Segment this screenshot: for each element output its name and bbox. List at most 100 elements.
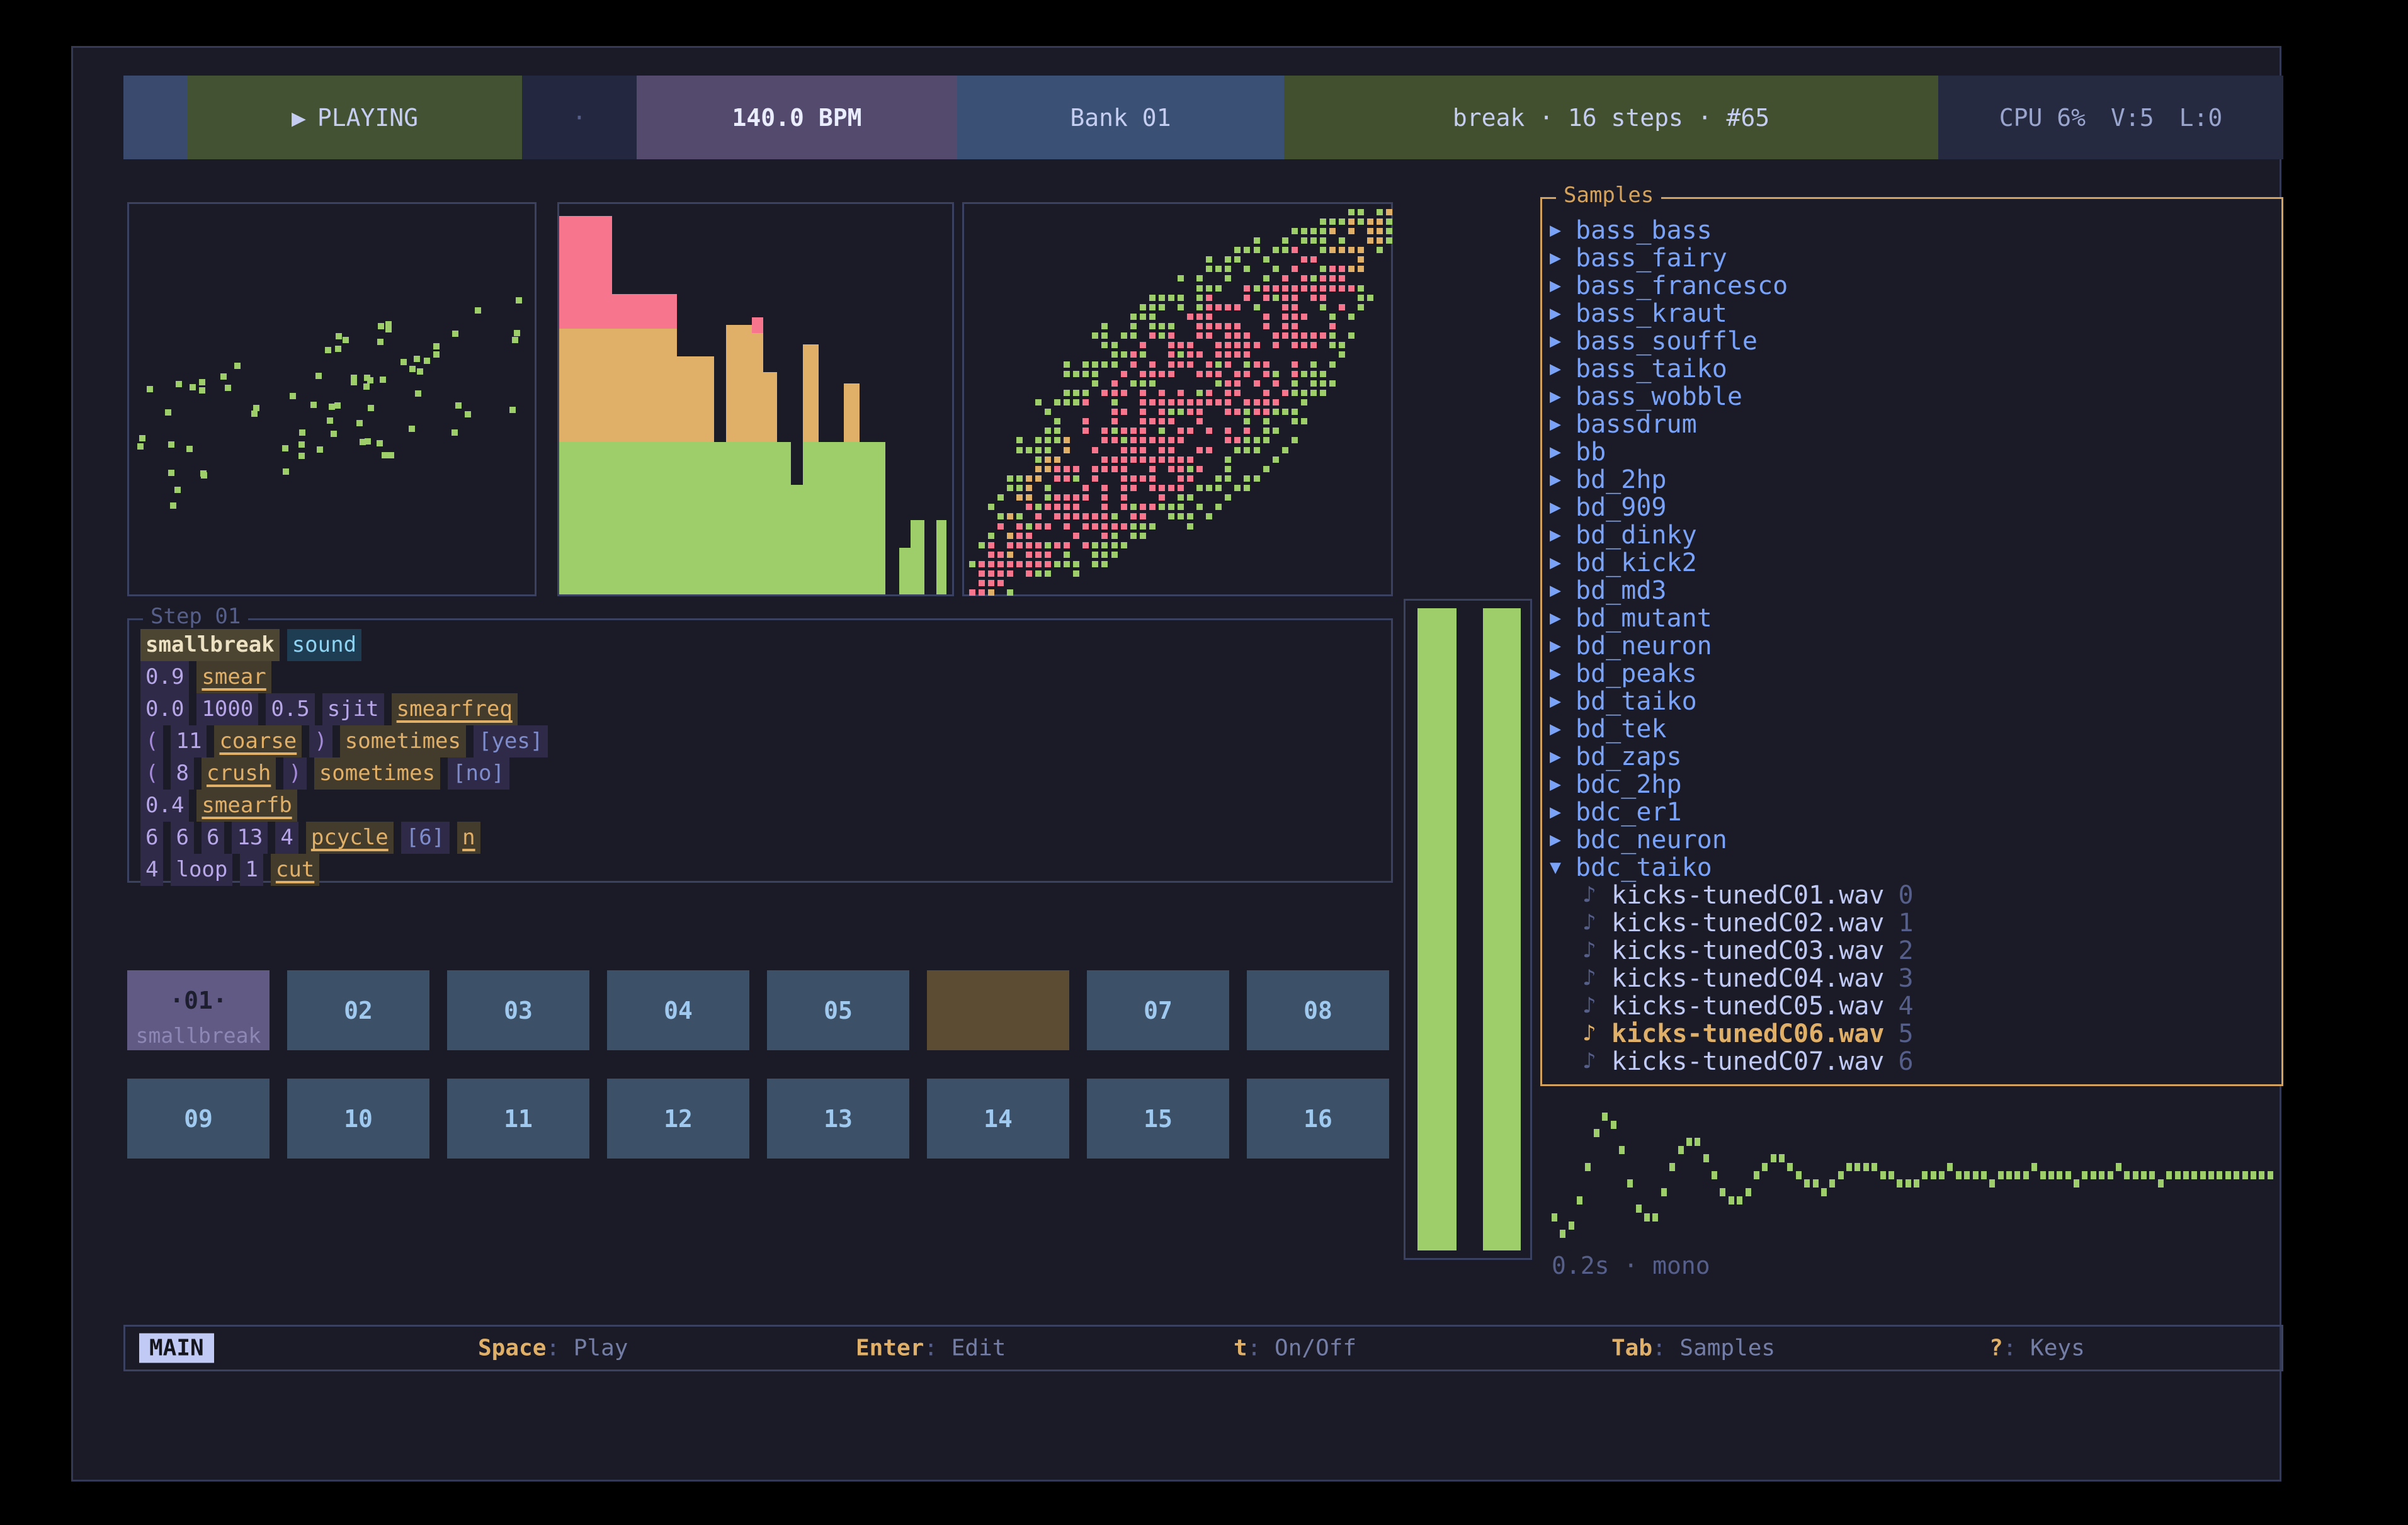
code-token[interactable]: 1000 — [196, 693, 258, 725]
code-token[interactable]: sound — [287, 629, 361, 661]
sample-folder-row[interactable]: ▶bd_neuron — [1550, 632, 2275, 660]
code-token[interactable]: ) — [283, 757, 306, 790]
sample-folder-row[interactable]: ▶bd_tek — [1550, 715, 2275, 743]
code-token[interactable]: coarse — [214, 725, 302, 757]
waveform-dash — [2234, 1171, 2239, 1179]
sample-folder-row[interactable]: ▶bass_kraut — [1550, 300, 2275, 327]
folder-name: bass_bass — [1576, 217, 1712, 244]
step-pad-08[interactable]: 08 — [1247, 970, 1389, 1050]
sample-file-row[interactable]: ♪kicks-tunedC01.wav0 — [1550, 882, 2275, 909]
code-token[interactable]: sometimes — [340, 725, 466, 757]
sample-file-row[interactable]: ♪kicks-tunedC02.wav1 — [1550, 909, 2275, 937]
code-token[interactable]: 6 — [140, 822, 163, 854]
code-token[interactable]: smear — [196, 661, 271, 693]
sample-file-row[interactable]: ♪kicks-tunedC06.wav5 — [1550, 1020, 2275, 1048]
step-pad-11[interactable]: 11 — [447, 1079, 589, 1159]
step-pad-10[interactable]: 10 — [287, 1079, 429, 1159]
code-token[interactable]: 11 — [171, 725, 207, 757]
code-token[interactable]: 6 — [202, 822, 224, 854]
sample-folder-row[interactable]: ▶bass_souffle — [1550, 327, 2275, 355]
sample-folder-row[interactable]: ▶bd_zaps — [1550, 743, 2275, 771]
cob-dot — [1244, 266, 1250, 272]
sample-folder-row[interactable]: ▶bass_wobble — [1550, 383, 2275, 411]
sample-folder-row[interactable]: ▶bb — [1550, 438, 2275, 466]
code-token[interactable]: loop — [171, 854, 232, 886]
code-token[interactable]: 4 — [140, 854, 163, 886]
sample-folder-row[interactable]: ▶bass_fairy — [1550, 244, 2275, 272]
sample-folder-row[interactable]: ▶bdc_2hp — [1550, 771, 2275, 798]
code-token[interactable]: smallbreak — [140, 629, 280, 661]
step-pad-02[interactable]: 02 — [287, 970, 429, 1050]
folder-name: bdc_er1 — [1576, 798, 1682, 826]
sample-file-row[interactable]: ♪kicks-tunedC04.wav3 — [1550, 965, 2275, 992]
sample-folder-row[interactable]: ▶bd_peaks — [1550, 660, 2275, 688]
cob-dot — [1140, 456, 1146, 463]
code-token[interactable]: 1 — [240, 854, 263, 886]
code-token[interactable]: 0.0 — [140, 693, 189, 725]
code-token[interactable]: sjit — [322, 693, 384, 725]
step-pad-03[interactable]: 03 — [447, 970, 589, 1050]
code-token[interactable]: [no] — [448, 757, 509, 790]
sample-folder-row-expanded[interactable]: ▼bdc_taiko — [1550, 854, 2275, 882]
cob-dot — [1082, 542, 1089, 548]
sample-folder-row[interactable]: ▶bd_kick2 — [1550, 549, 2275, 577]
code-token[interactable]: ) — [309, 725, 332, 757]
code-token[interactable]: smearfb — [196, 790, 297, 822]
step-pad-16[interactable]: 16 — [1247, 1079, 1389, 1159]
folder-name: bass_francesco — [1576, 272, 1788, 300]
cob-dot — [1292, 390, 1298, 396]
cob-dot — [1149, 466, 1156, 472]
code-token[interactable]: 8 — [171, 757, 193, 790]
sample-folder-row[interactable]: ▶bd_md3 — [1550, 577, 2275, 604]
code-token[interactable]: cut — [271, 854, 319, 886]
sample-file-row[interactable]: ♪kicks-tunedC07.wav6 — [1550, 1048, 2275, 1075]
step-pad-13[interactable]: 13 — [767, 1079, 909, 1159]
sample-folder-row[interactable]: ▶bdc_neuron — [1550, 826, 2275, 854]
code-token[interactable]: smearfreq — [392, 693, 518, 725]
code-token[interactable]: [yes] — [474, 725, 548, 757]
sample-folder-row[interactable]: ▶bass_francesco — [1550, 272, 2275, 300]
code-token[interactable]: crush — [202, 757, 276, 790]
code-token[interactable]: 4 — [275, 822, 298, 854]
sample-folder-row[interactable]: ▶bass_taiko — [1550, 355, 2275, 383]
step-pad-09[interactable]: 09 — [127, 1079, 270, 1159]
step-pad-12[interactable]: 12 — [607, 1079, 749, 1159]
sample-folder-row[interactable]: ▶bd_taiko — [1550, 688, 2275, 715]
sample-folder-row[interactable]: ▶bdc_er1 — [1550, 798, 2275, 826]
sample-folder-row[interactable]: ▶bd_2hp — [1550, 466, 2275, 494]
step-pad-04[interactable]: 04 — [607, 970, 749, 1050]
code-token[interactable]: 6 — [171, 822, 193, 854]
step-pad-06[interactable]: 06 — [927, 970, 1069, 1050]
sample-folder-row[interactable]: ▶bd_909 — [1550, 494, 2275, 521]
code-token[interactable]: 13 — [232, 822, 268, 854]
sample-folder-row[interactable]: ▶bd_mutant — [1550, 604, 2275, 632]
sample-folder-row[interactable]: ▶bass_bass — [1550, 217, 2275, 244]
cob-dot — [1234, 390, 1241, 396]
code-token[interactable]: sometimes — [314, 757, 440, 790]
sample-folder-row[interactable]: ▶bassdrum — [1550, 411, 2275, 438]
cob-dot — [1140, 428, 1146, 434]
bank-display[interactable]: Bank 01 — [957, 76, 1284, 159]
cob-dot — [1273, 399, 1279, 405]
code-token[interactable]: 0.4 — [140, 790, 189, 822]
code-token[interactable]: ( — [140, 757, 163, 790]
code-token[interactable]: ( — [140, 725, 163, 757]
sample-folder-row[interactable]: ▶bd_dinky — [1550, 521, 2275, 549]
cob-dot — [1377, 228, 1383, 234]
step-pad-05[interactable]: 05 — [767, 970, 909, 1050]
step-pad-15[interactable]: 15 — [1087, 1079, 1229, 1159]
bpm-display[interactable]: 140.0 BPM — [637, 76, 957, 159]
code-token[interactable]: pcycle — [306, 822, 394, 854]
step-pad-14[interactable]: 14 — [927, 1079, 1069, 1159]
step-pad-01[interactable]: ·01·smallbreak — [127, 970, 270, 1050]
step-pad-07[interactable]: 07 — [1087, 970, 1229, 1050]
cob-dot — [1149, 371, 1156, 377]
code-token[interactable]: 0.9 — [140, 661, 189, 693]
transport-state-button[interactable]: ▶PLAYING — [188, 76, 522, 159]
code-token[interactable]: [6] — [401, 822, 450, 854]
sample-file-row[interactable]: ♪kicks-tunedC05.wav4 — [1550, 992, 2275, 1020]
cob-dot — [1073, 513, 1079, 519]
sample-file-row[interactable]: ♪kicks-tunedC03.wav2 — [1550, 937, 2275, 965]
code-token[interactable]: 0.5 — [266, 693, 314, 725]
code-token[interactable]: n — [457, 822, 480, 854]
